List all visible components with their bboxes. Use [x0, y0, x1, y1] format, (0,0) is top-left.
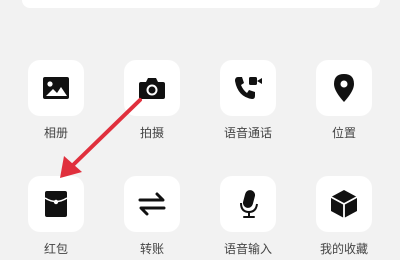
voice-video-call-icon	[235, 77, 262, 99]
gallery-label: 相册	[43, 126, 68, 140]
voice-call-label: 语音通话	[223, 126, 272, 140]
transfer-icon	[138, 192, 166, 216]
transfer-tile[interactable]	[124, 176, 180, 232]
chat-input-field-edge[interactable]	[22, 0, 380, 8]
camera-button[interactable]: 拍摄	[112, 60, 192, 141]
location-icon	[334, 74, 354, 102]
microphone-icon	[240, 190, 258, 218]
gallery-button[interactable]: 相册	[16, 60, 96, 141]
transfer-button[interactable]: 转账	[112, 176, 192, 257]
transfer-label: 转账	[139, 242, 164, 256]
red-packet-label: 红包	[43, 242, 68, 256]
favorites-icon	[330, 190, 358, 218]
voice-call-button[interactable]: 语音通话	[208, 60, 288, 141]
camera-icon	[139, 78, 165, 99]
red-packet-tile[interactable]	[28, 176, 84, 232]
gallery-tile[interactable]	[28, 60, 84, 116]
voice-input-tile[interactable]	[220, 176, 276, 232]
gallery-icon	[43, 77, 69, 99]
location-tile[interactable]	[316, 60, 372, 116]
favorites-label: 我的收藏	[319, 242, 368, 256]
red-packet-button[interactable]: 红包	[16, 176, 96, 257]
favorites-tile[interactable]	[316, 176, 372, 232]
favorites-button[interactable]: 我的收藏	[304, 176, 384, 257]
location-label: 位置	[331, 126, 356, 140]
camera-tile[interactable]	[124, 60, 180, 116]
location-button[interactable]: 位置	[304, 60, 384, 141]
voice-call-tile[interactable]	[220, 60, 276, 116]
voice-input-button[interactable]: 语音输入	[208, 176, 288, 257]
camera-label: 拍摄	[139, 126, 164, 140]
red-packet-icon	[44, 191, 68, 217]
voice-input-label: 语音输入	[223, 242, 272, 256]
